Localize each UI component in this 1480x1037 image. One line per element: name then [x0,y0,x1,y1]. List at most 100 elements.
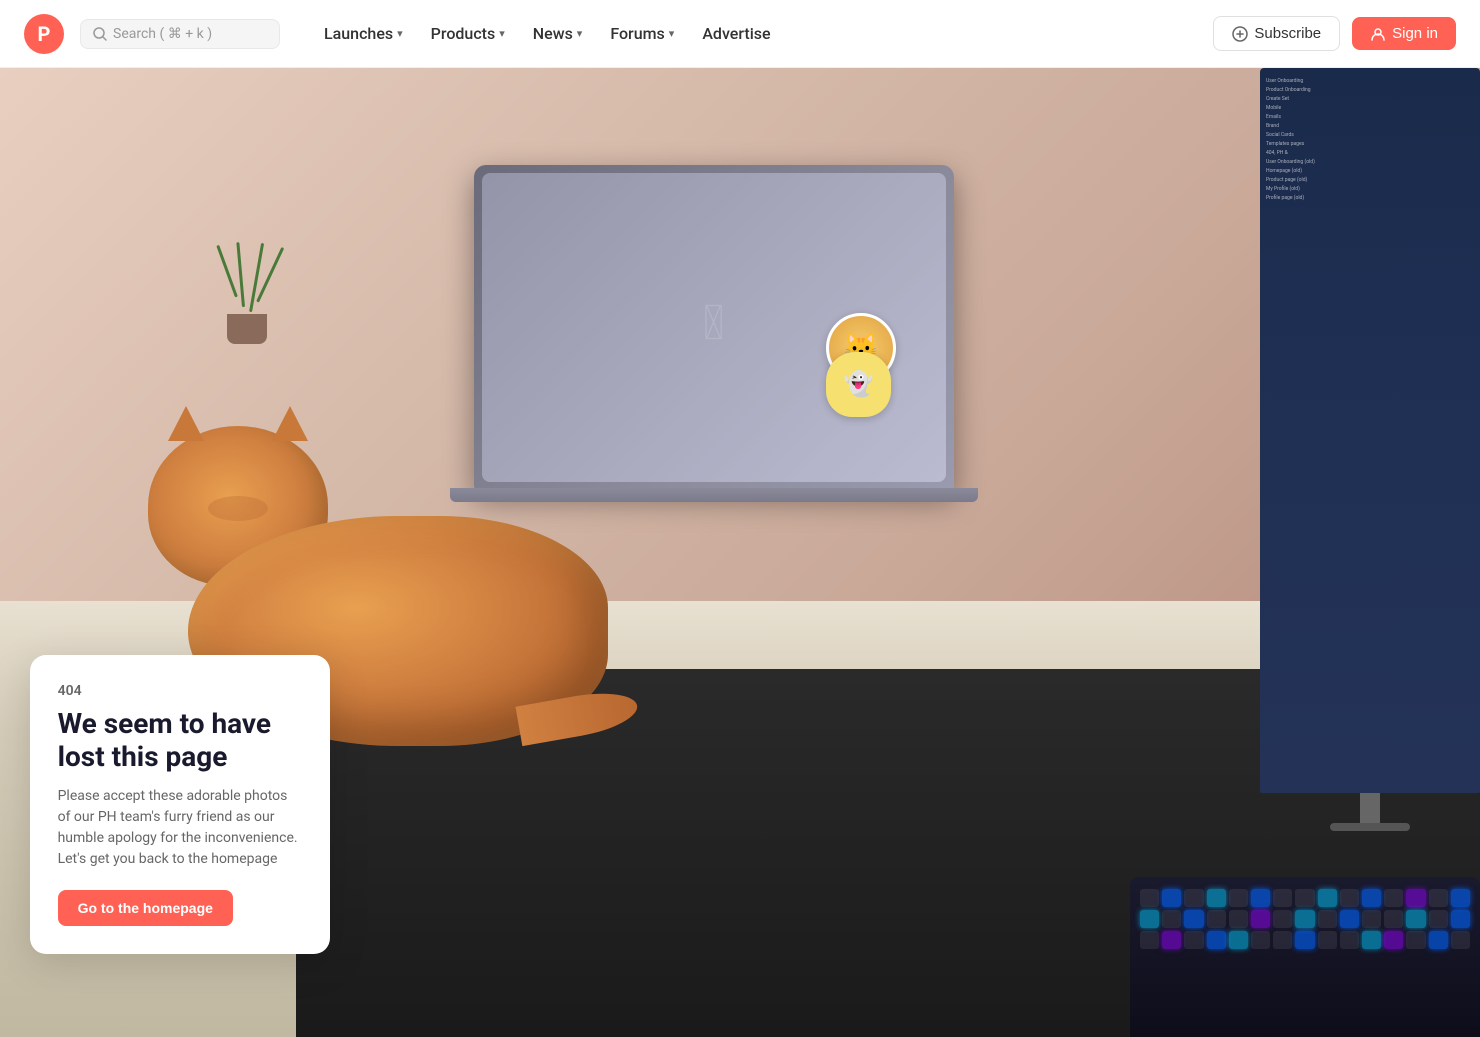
key [1406,910,1425,928]
key [1362,931,1381,949]
go-to-homepage-button[interactable]: Go to the homepage [58,890,233,926]
error-title: We seem to have lost this page [58,707,302,774]
cat-ear-left [168,406,204,441]
key [1162,889,1181,907]
chevron-down-icon: ▾ [577,27,583,40]
keyboard [1130,877,1480,1037]
navbar: P Search ( ⌘ + k ) Launches ▾ Products ▾… [0,0,1480,68]
nav-forums-label: Forums [610,24,664,43]
key [1340,910,1359,928]
monitor-line: Product page (old) [1266,176,1474,184]
chevron-down-icon: ▾ [499,27,505,40]
apple-logo-icon:  [703,293,724,350]
nav-item-products[interactable]: Products ▾ [419,16,517,51]
key [1295,910,1314,928]
key [1318,931,1337,949]
nav-item-news[interactable]: News ▾ [521,16,595,51]
key [1162,931,1181,949]
key [1295,889,1314,907]
key [1140,910,1159,928]
subscribe-icon [1232,26,1248,42]
monitor-base [1330,823,1410,831]
cat-tail [515,686,640,746]
signin-button[interactable]: Sign in [1352,17,1456,50]
nav-item-advertise[interactable]: Advertise [690,16,782,51]
search-box[interactable]: Search ( ⌘ + k ) [80,19,280,49]
nav-advertise-label: Advertise [702,24,770,43]
chevron-down-icon: ▾ [669,27,675,40]
key [1251,931,1270,949]
key [1362,910,1381,928]
key [1384,889,1403,907]
monitor-line: User Onboarding (old) [1266,158,1474,166]
nav-launches-label: Launches [324,24,393,43]
plant-decoration [207,242,287,344]
key [1273,910,1292,928]
plant-stems [207,242,287,312]
key [1362,889,1381,907]
nav-products-label: Products [431,24,496,43]
key [1273,931,1292,949]
monitor-content: User Onboarding Product Onboarding Creat… [1260,68,1480,211]
key [1451,910,1470,928]
key [1318,889,1337,907]
cat-ear-right [272,406,308,441]
nav-item-forums[interactable]: Forums ▾ [598,16,686,51]
nav-right: Subscribe Sign in [1213,16,1456,51]
key [1140,889,1159,907]
error-description: Please accept these adorable photos of o… [58,786,302,870]
nav-news-label: News [533,24,573,43]
key [1207,910,1226,928]
key [1384,931,1403,949]
monitor-line: Emails [1266,113,1474,121]
logo[interactable]: P [24,14,64,54]
error-card: 404 We seem to have lost this page Pleas… [30,655,330,954]
error-code: 404 [58,683,302,699]
key [1340,889,1359,907]
key [1406,931,1425,949]
key [1251,889,1270,907]
nav-item-launches[interactable]: Launches ▾ [312,16,415,51]
monitor: User Onboarding Product Onboarding Creat… [1260,68,1480,892]
monitor-line: Homepage (old) [1266,167,1474,175]
plant-pot [227,314,267,344]
monitor-screen: User Onboarding Product Onboarding Creat… [1260,68,1480,793]
monitor-line: Templates pages [1266,140,1474,148]
nav-links: Launches ▾ Products ▾ News ▾ Forums ▾ Ad… [312,16,1205,51]
keyboard-keys [1130,877,1480,961]
key [1207,889,1226,907]
monitor-line: Profile page (old) [1266,194,1474,202]
plant-stem [249,243,264,312]
key [1229,889,1248,907]
key [1429,931,1448,949]
key [1429,910,1448,928]
key [1229,910,1248,928]
key [1340,931,1359,949]
monitor-line: Product Onboarding [1266,86,1474,94]
key [1295,931,1314,949]
key [1451,931,1470,949]
monitor-line: My Profile (old) [1266,185,1474,193]
key [1229,931,1248,949]
signin-label: Sign in [1392,25,1438,42]
subscribe-button[interactable]: Subscribe [1213,16,1340,51]
cat-face [208,496,268,521]
monitor-line: Brand [1266,122,1474,130]
key [1184,889,1203,907]
plant-stem [237,243,246,308]
key [1162,910,1181,928]
key [1451,889,1470,907]
ghost-sticker: 👻 [826,352,891,417]
monitor-line: Social Cards [1266,131,1474,139]
signin-icon [1370,26,1386,42]
key [1184,931,1203,949]
logo-letter: P [38,22,51,46]
chevron-down-icon: ▾ [397,27,403,40]
monitor-line: Create Set [1266,95,1474,103]
search-placeholder: Search ( ⌘ + k ) [113,26,212,42]
key [1184,910,1203,928]
key [1251,910,1270,928]
monitor-line: 404, PH & [1266,149,1474,157]
key [1406,889,1425,907]
plant-stem [216,245,238,298]
